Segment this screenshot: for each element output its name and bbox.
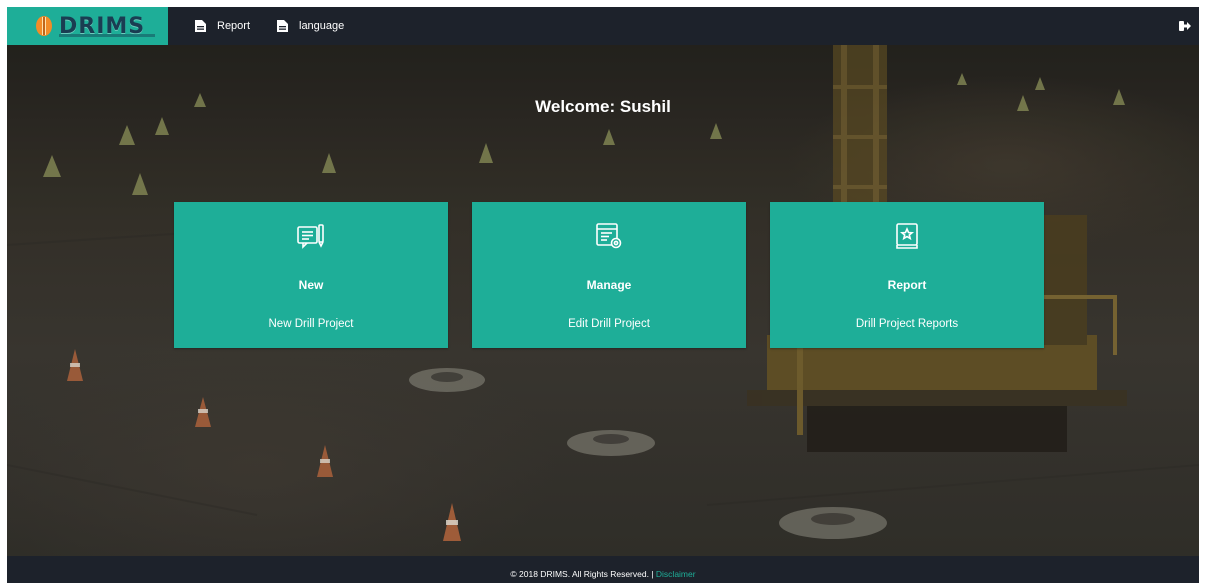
card-report-subtitle: Drill Project Reports (855, 318, 959, 330)
nav-report-label: Report (217, 20, 251, 32)
hero-background: Welcome: Sushil New New Drill Project Ma… (7, 45, 1199, 556)
drill-bit-icon (36, 16, 52, 36)
file-icon (277, 20, 288, 32)
card-report-title: Report (887, 278, 927, 292)
card-manage-project[interactable]: Manage Edit Drill Project (472, 202, 746, 348)
report-book-icon (896, 223, 918, 249)
card-manage-subtitle: Edit Drill Project (568, 318, 650, 330)
settings-document-icon (596, 223, 622, 249)
footer-copyright: © 2018 DRIMS. All Rights Reserved. | (510, 569, 654, 579)
edit-document-icon (297, 224, 324, 249)
card-report[interactable]: Report Drill Project Reports (770, 202, 1044, 348)
footer: © 2018 DRIMS. All Rights Reserved. | Dis… (7, 556, 1199, 583)
disclaimer-link[interactable]: Disclaimer (656, 569, 696, 579)
nav-language-label: language (299, 20, 345, 32)
card-manage-title: Manage (586, 278, 632, 292)
top-navbar: DRIMS Report language (7, 7, 1199, 45)
card-new-project[interactable]: New New Drill Project (174, 202, 448, 348)
file-icon (195, 20, 206, 32)
nav-language[interactable]: language (277, 7, 344, 45)
app-frame: DRIMS Report language Welcome: Sushil Ne… (7, 7, 1199, 583)
nav-report[interactable]: Report (195, 7, 250, 45)
brand-tagline (59, 34, 155, 37)
card-new-subtitle: New Drill Project (268, 318, 354, 330)
sign-out-icon[interactable] (1179, 20, 1191, 32)
welcome-heading: Welcome: Sushil (535, 97, 671, 116)
card-new-title: New (298, 278, 324, 292)
brand-logo[interactable]: DRIMS (7, 7, 168, 45)
